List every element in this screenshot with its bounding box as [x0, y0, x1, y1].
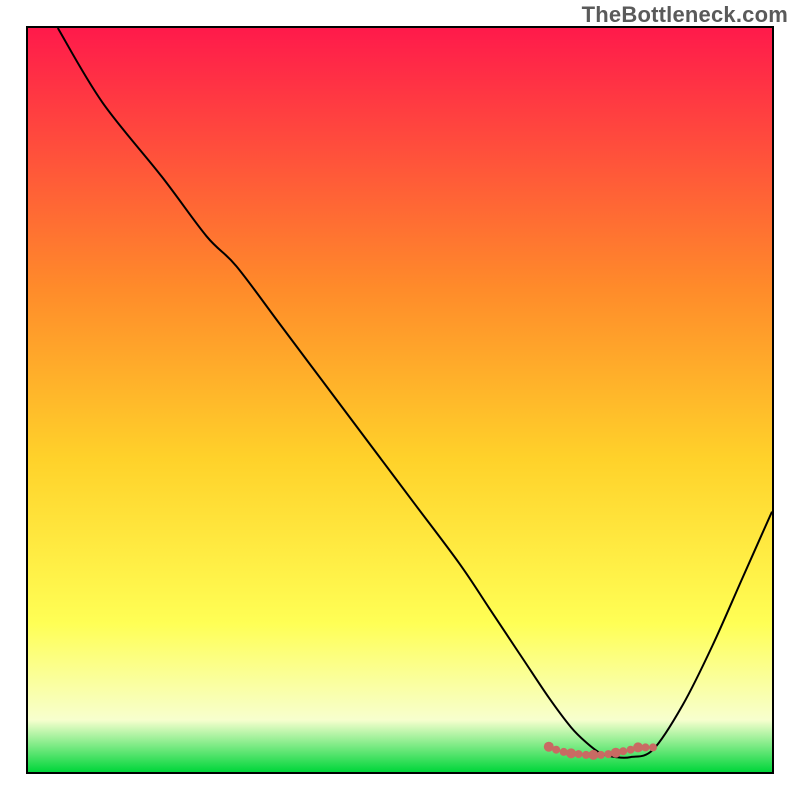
watermark-text: TheBottleneck.com [582, 2, 788, 28]
marker-dot [575, 750, 583, 758]
marker-dot [611, 748, 621, 758]
marker-dot [566, 748, 576, 758]
marker-dot [619, 747, 627, 755]
plot-svg [26, 26, 774, 774]
marker-dot [649, 743, 657, 751]
marker-dot [597, 751, 605, 759]
marker-dot [642, 743, 650, 751]
marker-dot [552, 746, 560, 754]
plot-area [26, 26, 774, 774]
chart-frame: TheBottleneck.com [0, 0, 800, 800]
gradient-background [28, 28, 772, 772]
